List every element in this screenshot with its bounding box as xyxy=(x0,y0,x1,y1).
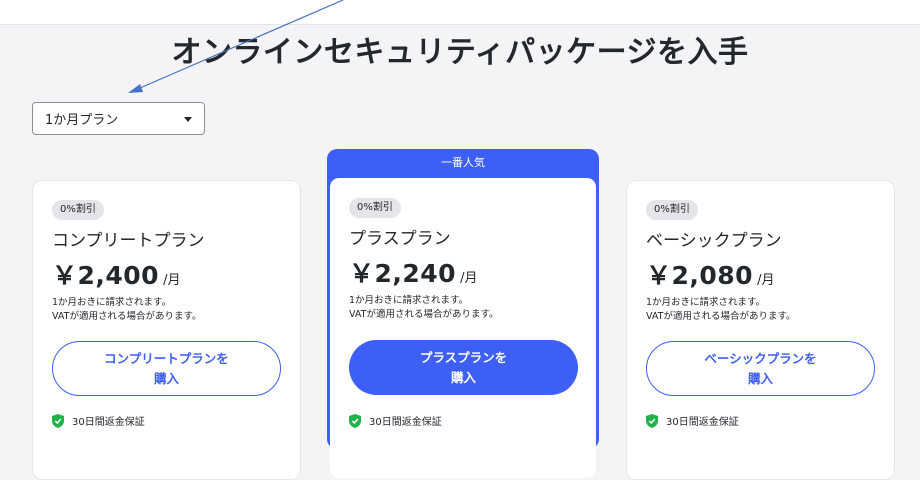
guarantee-label: 30日間返金保証 xyxy=(369,417,442,428)
plan-price: ￥2,400 /月 xyxy=(52,256,180,292)
guarantee-label: 30日間返金保証 xyxy=(666,417,739,428)
plan-card-complete xyxy=(32,180,301,480)
buy-button-label: ベーシックプランを 購入 xyxy=(704,350,817,386)
discount-badge: 0%割引 xyxy=(349,198,401,218)
plan-period-selected: 1か月プラン xyxy=(45,113,119,128)
chevron-down-icon xyxy=(184,117,192,122)
discount-badge: 0%割引 xyxy=(52,200,104,220)
buy-button-label: コンプリートプランを 購入 xyxy=(104,350,229,386)
price-amount: ￥2,080 xyxy=(646,261,754,290)
billing-note: 1か月おきに請求されます。 VATが適用される場合があります。 xyxy=(52,296,202,324)
billing-note: 1か月おきに請求されます。 VATが適用される場合があります。 xyxy=(646,296,796,324)
vat-note: VATが適用される場合があります。 xyxy=(349,309,499,320)
plan-price: ￥2,080 /月 xyxy=(646,256,774,292)
price-period: /月 xyxy=(163,273,181,288)
popular-label: 一番人気 xyxy=(441,156,485,169)
billing-frequency: 1か月おきに請求されます。 xyxy=(646,297,766,308)
shield-check-icon xyxy=(349,413,361,428)
vat-note: VATが適用される場合があります。 xyxy=(646,311,796,322)
money-back-guarantee: 30日間返金保証 xyxy=(349,413,442,428)
guarantee-label: 30日間返金保証 xyxy=(72,417,145,428)
price-period: /月 xyxy=(757,273,775,288)
plan-card-basic xyxy=(626,180,895,480)
buy-basic-button[interactable]: ベーシックプランを 購入 xyxy=(646,341,875,396)
plan-name: プラスプラン xyxy=(349,229,451,249)
billing-frequency: 1か月おきに請求されます。 xyxy=(52,297,172,308)
price-amount: ￥2,400 xyxy=(52,261,160,290)
billing-frequency: 1か月おきに請求されます。 xyxy=(349,295,469,306)
discount-badge: 0%割引 xyxy=(646,200,698,220)
top-bar xyxy=(0,0,920,25)
price-period: /月 xyxy=(460,271,478,286)
plan-name: コンプリートプラン xyxy=(52,231,205,251)
shield-check-icon xyxy=(52,413,64,428)
plan-period-select[interactable]: 1か月プラン xyxy=(32,102,205,135)
buy-complete-button[interactable]: コンプリートプランを 購入 xyxy=(52,341,281,396)
plan-name: ベーシックプラン xyxy=(646,231,782,251)
money-back-guarantee: 30日間返金保証 xyxy=(646,413,739,428)
money-back-guarantee: 30日間返金保証 xyxy=(52,413,145,428)
page-title: オンラインセキュリティパッケージを入手 xyxy=(171,35,749,70)
buy-button-label: プラスプランを 購入 xyxy=(419,349,508,385)
vat-note: VATが適用される場合があります。 xyxy=(52,311,202,322)
price-amount: ￥2,240 xyxy=(349,259,457,288)
plan-card-plus-body xyxy=(330,178,596,478)
buy-plus-button[interactable]: プラスプランを 購入 xyxy=(349,340,578,395)
billing-note: 1か月おきに請求されます。 VATが適用される場合があります。 xyxy=(349,294,499,322)
plan-price: ￥2,240 /月 xyxy=(349,254,477,290)
shield-check-icon xyxy=(646,413,658,428)
